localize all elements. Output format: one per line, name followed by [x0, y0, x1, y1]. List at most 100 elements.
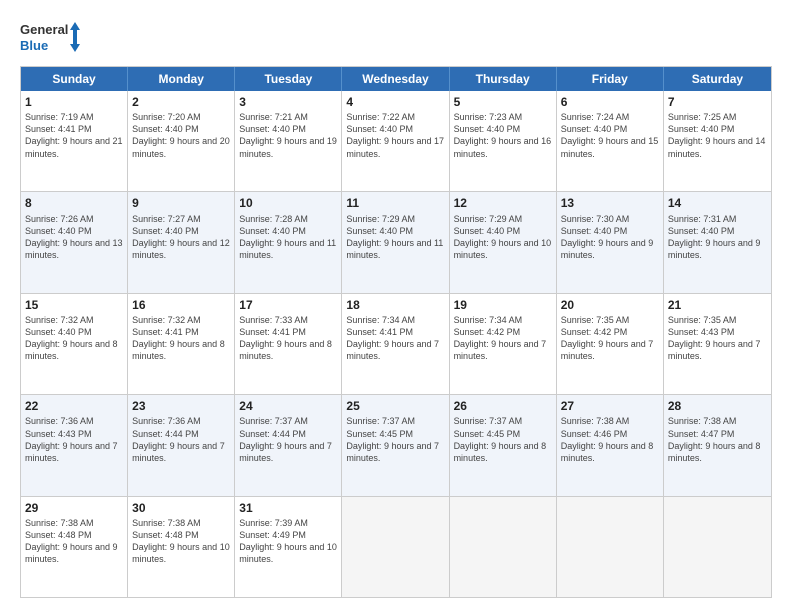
calendar-cell: 20Sunrise: 7:35 AMSunset: 4:42 PMDayligh… — [557, 294, 664, 394]
day-number: 16 — [132, 297, 230, 313]
cell-info: Sunrise: 7:33 AMSunset: 4:41 PMDaylight:… — [239, 314, 337, 363]
header-day-sunday: Sunday — [21, 67, 128, 91]
cell-info: Sunrise: 7:25 AMSunset: 4:40 PMDaylight:… — [668, 111, 767, 160]
calendar-cell: 10Sunrise: 7:28 AMSunset: 4:40 PMDayligh… — [235, 192, 342, 292]
calendar-cell — [450, 497, 557, 597]
header-day-thursday: Thursday — [450, 67, 557, 91]
day-number: 25 — [346, 398, 444, 414]
cell-info: Sunrise: 7:39 AMSunset: 4:49 PMDaylight:… — [239, 517, 337, 566]
day-number: 7 — [668, 94, 767, 110]
cell-info: Sunrise: 7:36 AMSunset: 4:43 PMDaylight:… — [25, 415, 123, 464]
day-number: 12 — [454, 195, 552, 211]
header-day-tuesday: Tuesday — [235, 67, 342, 91]
calendar-cell: 24Sunrise: 7:37 AMSunset: 4:44 PMDayligh… — [235, 395, 342, 495]
header-day-wednesday: Wednesday — [342, 67, 449, 91]
day-number: 13 — [561, 195, 659, 211]
svg-text:Blue: Blue — [20, 38, 48, 53]
calendar-cell: 19Sunrise: 7:34 AMSunset: 4:42 PMDayligh… — [450, 294, 557, 394]
calendar-header-row: SundayMondayTuesdayWednesdayThursdayFrid… — [21, 67, 771, 91]
calendar-cell: 27Sunrise: 7:38 AMSunset: 4:46 PMDayligh… — [557, 395, 664, 495]
cell-info: Sunrise: 7:38 AMSunset: 4:48 PMDaylight:… — [25, 517, 123, 566]
cell-info: Sunrise: 7:28 AMSunset: 4:40 PMDaylight:… — [239, 213, 337, 262]
cell-info: Sunrise: 7:29 AMSunset: 4:40 PMDaylight:… — [454, 213, 552, 262]
cell-info: Sunrise: 7:21 AMSunset: 4:40 PMDaylight:… — [239, 111, 337, 160]
cell-info: Sunrise: 7:35 AMSunset: 4:43 PMDaylight:… — [668, 314, 767, 363]
day-number: 8 — [25, 195, 123, 211]
calendar-cell: 15Sunrise: 7:32 AMSunset: 4:40 PMDayligh… — [21, 294, 128, 394]
calendar-row-3: 15Sunrise: 7:32 AMSunset: 4:40 PMDayligh… — [21, 294, 771, 395]
calendar-cell: 4Sunrise: 7:22 AMSunset: 4:40 PMDaylight… — [342, 91, 449, 191]
day-number: 31 — [239, 500, 337, 516]
day-number: 14 — [668, 195, 767, 211]
day-number: 11 — [346, 195, 444, 211]
calendar-cell: 22Sunrise: 7:36 AMSunset: 4:43 PMDayligh… — [21, 395, 128, 495]
svg-text:General: General — [20, 22, 68, 37]
calendar-cell: 1Sunrise: 7:19 AMSunset: 4:41 PMDaylight… — [21, 91, 128, 191]
day-number: 26 — [454, 398, 552, 414]
calendar-cell: 25Sunrise: 7:37 AMSunset: 4:45 PMDayligh… — [342, 395, 449, 495]
calendar-body: 1Sunrise: 7:19 AMSunset: 4:41 PMDaylight… — [21, 91, 771, 597]
day-number: 18 — [346, 297, 444, 313]
cell-info: Sunrise: 7:36 AMSunset: 4:44 PMDaylight:… — [132, 415, 230, 464]
cell-info: Sunrise: 7:38 AMSunset: 4:46 PMDaylight:… — [561, 415, 659, 464]
logo-icon: General Blue — [20, 18, 80, 56]
header-day-friday: Friday — [557, 67, 664, 91]
day-number: 20 — [561, 297, 659, 313]
calendar-cell: 8 Sunrise: 7:26 AMSunset: 4:40 PMDaylight… — [21, 192, 128, 292]
cell-info: Sunrise: 7:27 AMSunset: 4:40 PMDaylight:… — [132, 213, 230, 262]
cell-info: Sunrise: 7:38 AMSunset: 4:47 PMDaylight:… — [668, 415, 767, 464]
day-number: 24 — [239, 398, 337, 414]
calendar-cell: 2Sunrise: 7:20 AMSunset: 4:40 PMDaylight… — [128, 91, 235, 191]
day-number: 27 — [561, 398, 659, 414]
calendar-row-4: 22Sunrise: 7:36 AMSunset: 4:43 PMDayligh… — [21, 395, 771, 496]
cell-info: Sunrise: 7:26 AMSunset: 4:40 PMDaylight:… — [25, 213, 123, 262]
day-number: 22 — [25, 398, 123, 414]
calendar-cell: 11Sunrise: 7:29 AMSunset: 4:40 PMDayligh… — [342, 192, 449, 292]
calendar-cell — [342, 497, 449, 597]
cell-info: Sunrise: 7:19 AMSunset: 4:41 PMDaylight:… — [25, 111, 123, 160]
calendar-row-2: 8 Sunrise: 7:26 AMSunset: 4:40 PMDaylight… — [21, 192, 771, 293]
calendar-row-5: 29Sunrise: 7:38 AMSunset: 4:48 PMDayligh… — [21, 497, 771, 597]
day-number: 23 — [132, 398, 230, 414]
day-number: 17 — [239, 297, 337, 313]
header-day-monday: Monday — [128, 67, 235, 91]
cell-info: Sunrise: 7:20 AMSunset: 4:40 PMDaylight:… — [132, 111, 230, 160]
day-number: 1 — [25, 94, 123, 110]
day-number: 9 — [132, 195, 230, 211]
day-number: 6 — [561, 94, 659, 110]
header-day-saturday: Saturday — [664, 67, 771, 91]
day-number: 29 — [25, 500, 123, 516]
calendar-cell: 9 Sunrise: 7:27 AMSunset: 4:40 PMDaylight… — [128, 192, 235, 292]
calendar-cell: 7Sunrise: 7:25 AMSunset: 4:40 PMDaylight… — [664, 91, 771, 191]
calendar-cell — [664, 497, 771, 597]
cell-info: Sunrise: 7:30 AMSunset: 4:40 PMDaylight:… — [561, 213, 659, 262]
calendar: SundayMondayTuesdayWednesdayThursdayFrid… — [20, 66, 772, 598]
calendar-cell: 16Sunrise: 7:32 AMSunset: 4:41 PMDayligh… — [128, 294, 235, 394]
cell-info: Sunrise: 7:37 AMSunset: 4:45 PMDaylight:… — [346, 415, 444, 464]
cell-info: Sunrise: 7:35 AMSunset: 4:42 PMDaylight:… — [561, 314, 659, 363]
day-number: 2 — [132, 94, 230, 110]
logo: General Blue — [20, 18, 80, 56]
calendar-row-1: 1Sunrise: 7:19 AMSunset: 4:41 PMDaylight… — [21, 91, 771, 192]
day-number: 15 — [25, 297, 123, 313]
day-number: 21 — [668, 297, 767, 313]
calendar-cell: 18Sunrise: 7:34 AMSunset: 4:41 PMDayligh… — [342, 294, 449, 394]
day-number: 4 — [346, 94, 444, 110]
calendar-cell: 6Sunrise: 7:24 AMSunset: 4:40 PMDaylight… — [557, 91, 664, 191]
calendar-cell — [557, 497, 664, 597]
cell-info: Sunrise: 7:32 AMSunset: 4:41 PMDaylight:… — [132, 314, 230, 363]
day-number: 30 — [132, 500, 230, 516]
cell-info: Sunrise: 7:23 AMSunset: 4:40 PMDaylight:… — [454, 111, 552, 160]
calendar-cell: 17Sunrise: 7:33 AMSunset: 4:41 PMDayligh… — [235, 294, 342, 394]
calendar-cell: 14 Sunrise: 7:31 AMSunset: 4:40 PMDayligh… — [664, 192, 771, 292]
cell-info: Sunrise: 7:34 AMSunset: 4:42 PMDaylight:… — [454, 314, 552, 363]
calendar-cell: 23Sunrise: 7:36 AMSunset: 4:44 PMDayligh… — [128, 395, 235, 495]
cell-info: Sunrise: 7:31 AMSunset: 4:40 PMDaylight:… — [668, 213, 767, 262]
header: General Blue — [20, 18, 772, 56]
cell-info: Sunrise: 7:34 AMSunset: 4:41 PMDaylight:… — [346, 314, 444, 363]
calendar-cell: 21Sunrise: 7:35 AMSunset: 4:43 PMDayligh… — [664, 294, 771, 394]
day-number: 5 — [454, 94, 552, 110]
calendar-cell: 30Sunrise: 7:38 AMSunset: 4:48 PMDayligh… — [128, 497, 235, 597]
cell-info: Sunrise: 7:37 AMSunset: 4:45 PMDaylight:… — [454, 415, 552, 464]
calendar-cell: 12 Sunrise: 7:29 AMSunset: 4:40 PMDayligh… — [450, 192, 557, 292]
